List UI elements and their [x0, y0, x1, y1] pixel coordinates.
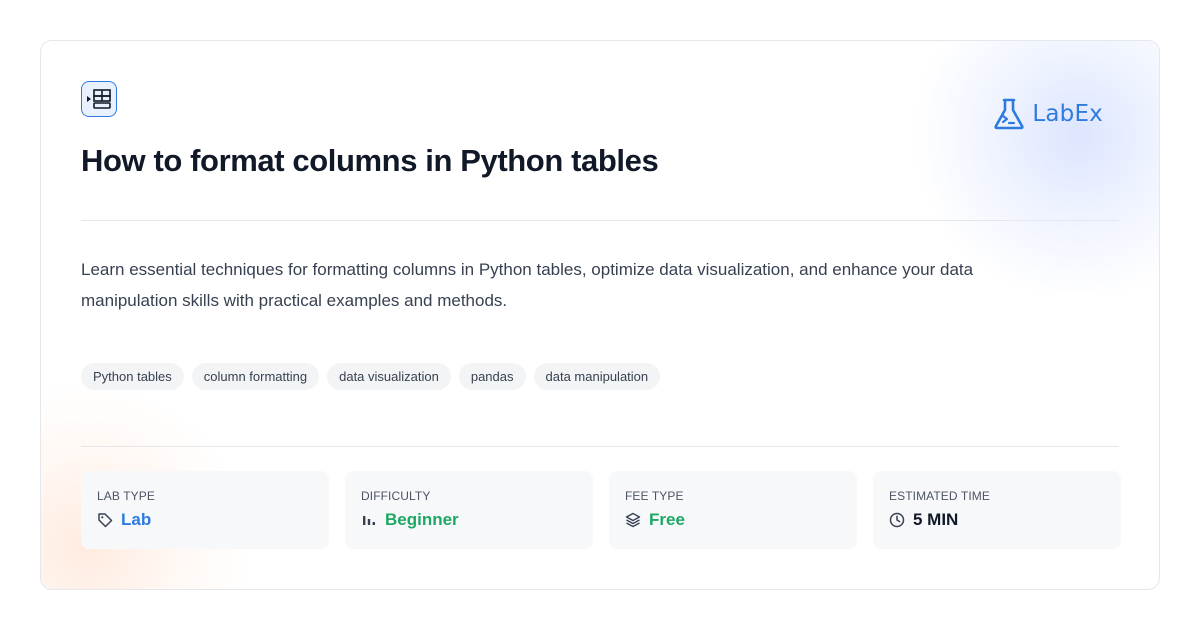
stat-fee-type: FEE TYPE Free	[609, 471, 857, 549]
stat-value: Lab	[121, 510, 152, 529]
table-columns-icon	[81, 81, 117, 117]
flask-terminal-icon	[994, 98, 1024, 130]
stat-label: DIFFICULTY	[361, 489, 431, 503]
divider	[81, 446, 1119, 447]
tag[interactable]: data manipulation	[533, 363, 661, 390]
stat-estimated-time: ESTIMATED TIME 5 MIN	[873, 471, 1121, 549]
stats-row: LAB TYPE Lab DIFFICULTY Beginner FEE TYP…	[81, 471, 1121, 549]
page-title: How to format columns in Python tables	[81, 143, 659, 178]
stat-lab-type: LAB TYPE Lab	[81, 471, 329, 549]
stat-label: FEE TYPE	[625, 489, 684, 503]
description: Learn essential techniques for formattin…	[81, 260, 974, 310]
tag[interactable]: pandas	[458, 363, 526, 390]
stat-label: LAB TYPE	[97, 489, 155, 503]
logo-text: LabEx	[1032, 101, 1103, 127]
stat-value: 5 MIN	[913, 510, 959, 529]
stat-label: ESTIMATED TIME	[889, 489, 990, 503]
stat-value: Beginner	[385, 510, 459, 529]
bar-chart-icon	[361, 512, 377, 528]
tag-icon	[97, 512, 113, 528]
clock-icon	[889, 512, 905, 528]
stat-difficulty: DIFFICULTY Beginner	[345, 471, 593, 549]
tag-list: Python tables column formatting data vis…	[81, 363, 661, 390]
layers-icon	[625, 512, 641, 528]
lab-card: LabEx How to format columns in Python ta…	[40, 40, 1160, 590]
stat-value: Free	[649, 510, 685, 529]
tag[interactable]: column formatting	[191, 363, 320, 390]
tag[interactable]: Python tables	[81, 363, 184, 390]
labex-logo: LabEx	[992, 97, 1103, 131]
tag[interactable]: data visualization	[327, 363, 451, 390]
divider	[81, 220, 1119, 221]
